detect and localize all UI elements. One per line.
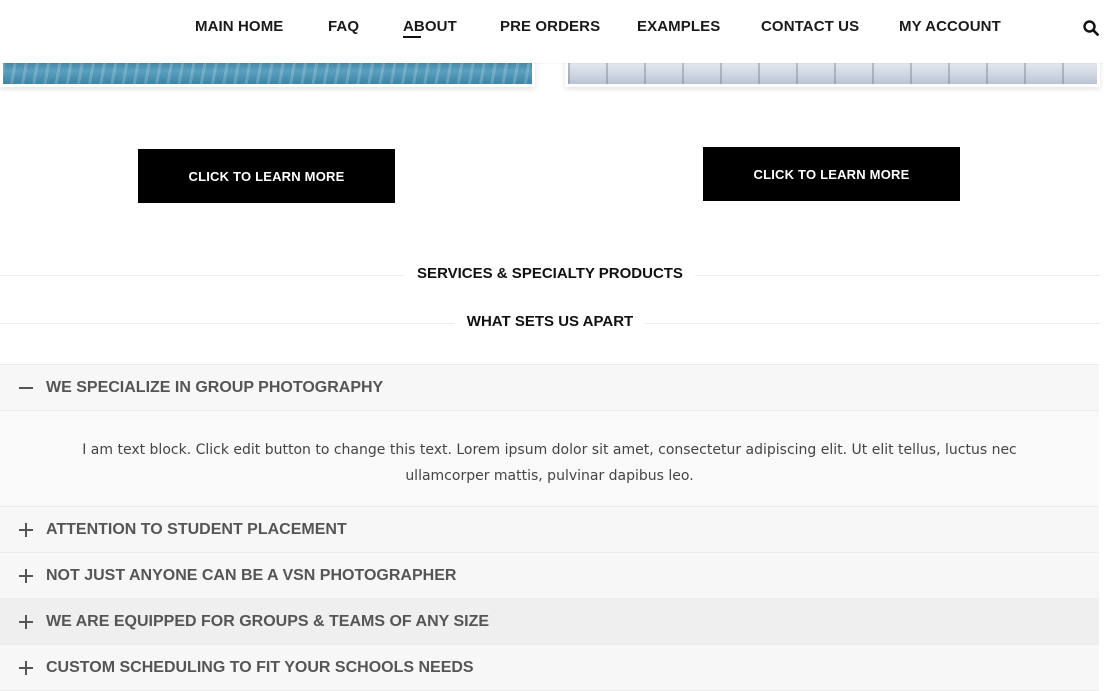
swimming-pool-image (3, 60, 532, 84)
features-accordion: WE SPECIALIZE IN GROUP PHOTOGRAPHY I am … (0, 364, 1099, 691)
nav-item-contact-us[interactable]: CONTACT US (761, 18, 859, 35)
plus-icon[interactable] (19, 568, 33, 583)
accordion-header[interactable]: NOT JUST ANYONE CAN BE A VSN PHOTOGRAPHE… (0, 553, 1099, 598)
plus-icon[interactable] (19, 614, 33, 629)
services-divider: SERVICES & SPECIALTY PRODUCTS (0, 265, 1100, 285)
accordion-header[interactable]: WE SPECIALIZE IN GROUP PHOTOGRAPHY (0, 365, 1099, 410)
gym-ceiling-image (568, 60, 1097, 84)
plus-icon[interactable] (19, 522, 33, 537)
accordion-title: WE SPECIALIZE IN GROUP PHOTOGRAPHY (46, 378, 384, 396)
nav-item-examples[interactable]: EXAMPLES (637, 18, 720, 35)
accordion-item-groups-teams: WE ARE EQUIPPED FOR GROUPS & TEAMS OF AN… (0, 598, 1099, 644)
accordion-item-student-placement: ATTENTION TO STUDENT PLACEMENT (0, 506, 1099, 552)
accordion-header[interactable]: CUSTOM SCHEDULING TO FIT YOUR SCHOOLS NE… (0, 645, 1099, 690)
learn-more-button-left[interactable]: CLICK TO LEARN MORE (138, 149, 395, 203)
accordion-title: ATTENTION TO STUDENT PLACEMENT (46, 520, 347, 538)
services-heading: SERVICES & SPECIALTY PRODUCTS (405, 265, 695, 282)
minus-icon[interactable] (19, 381, 33, 395)
accordion-header[interactable]: ATTENTION TO STUDENT PLACEMENT (0, 507, 1099, 552)
apart-divider: WHAT SETS US APART (0, 313, 1100, 333)
nav-item-my-account[interactable]: MY ACCOUNT (899, 18, 1001, 35)
accordion-item-custom-scheduling: CUSTOM SCHEDULING TO FIT YOUR SCHOOLS NE… (0, 644, 1099, 691)
nav-item-main-home[interactable]: MAIN HOME (195, 18, 283, 35)
apart-heading: WHAT SETS US APART (454, 313, 646, 330)
nav-item-pre-orders[interactable]: PRE ORDERS (500, 18, 600, 35)
site-header: MAIN HOME FAQ ABOUT PRE ORDERS EXAMPLES … (0, 0, 1104, 63)
nav-item-faq[interactable]: FAQ (328, 18, 359, 35)
learn-more-button-right[interactable]: CLICK TO LEARN MORE (703, 147, 960, 201)
accordion-title: NOT JUST ANYONE CAN BE A VSN PHOTOGRAPHE… (46, 566, 457, 584)
accordion-item-group-photography: WE SPECIALIZE IN GROUP PHOTOGRAPHY I am … (0, 364, 1099, 506)
search-icon[interactable] (1083, 20, 1099, 36)
nav-item-about[interactable]: ABOUT (403, 18, 457, 35)
active-nav-indicator (403, 36, 421, 38)
accordion-title: CUSTOM SCHEDULING TO FIT YOUR SCHOOLS NE… (46, 658, 474, 676)
accordion-title: WE ARE EQUIPPED FOR GROUPS & TEAMS OF AN… (46, 612, 490, 630)
accordion-item-vsn-photographer: NOT JUST ANYONE CAN BE A VSN PHOTOGRAPHE… (0, 552, 1099, 598)
plus-icon[interactable] (19, 660, 33, 675)
accordion-header[interactable]: WE ARE EQUIPPED FOR GROUPS & TEAMS OF AN… (0, 599, 1099, 644)
accordion-body-text: I am text block. Click edit button to ch… (0, 410, 1099, 506)
